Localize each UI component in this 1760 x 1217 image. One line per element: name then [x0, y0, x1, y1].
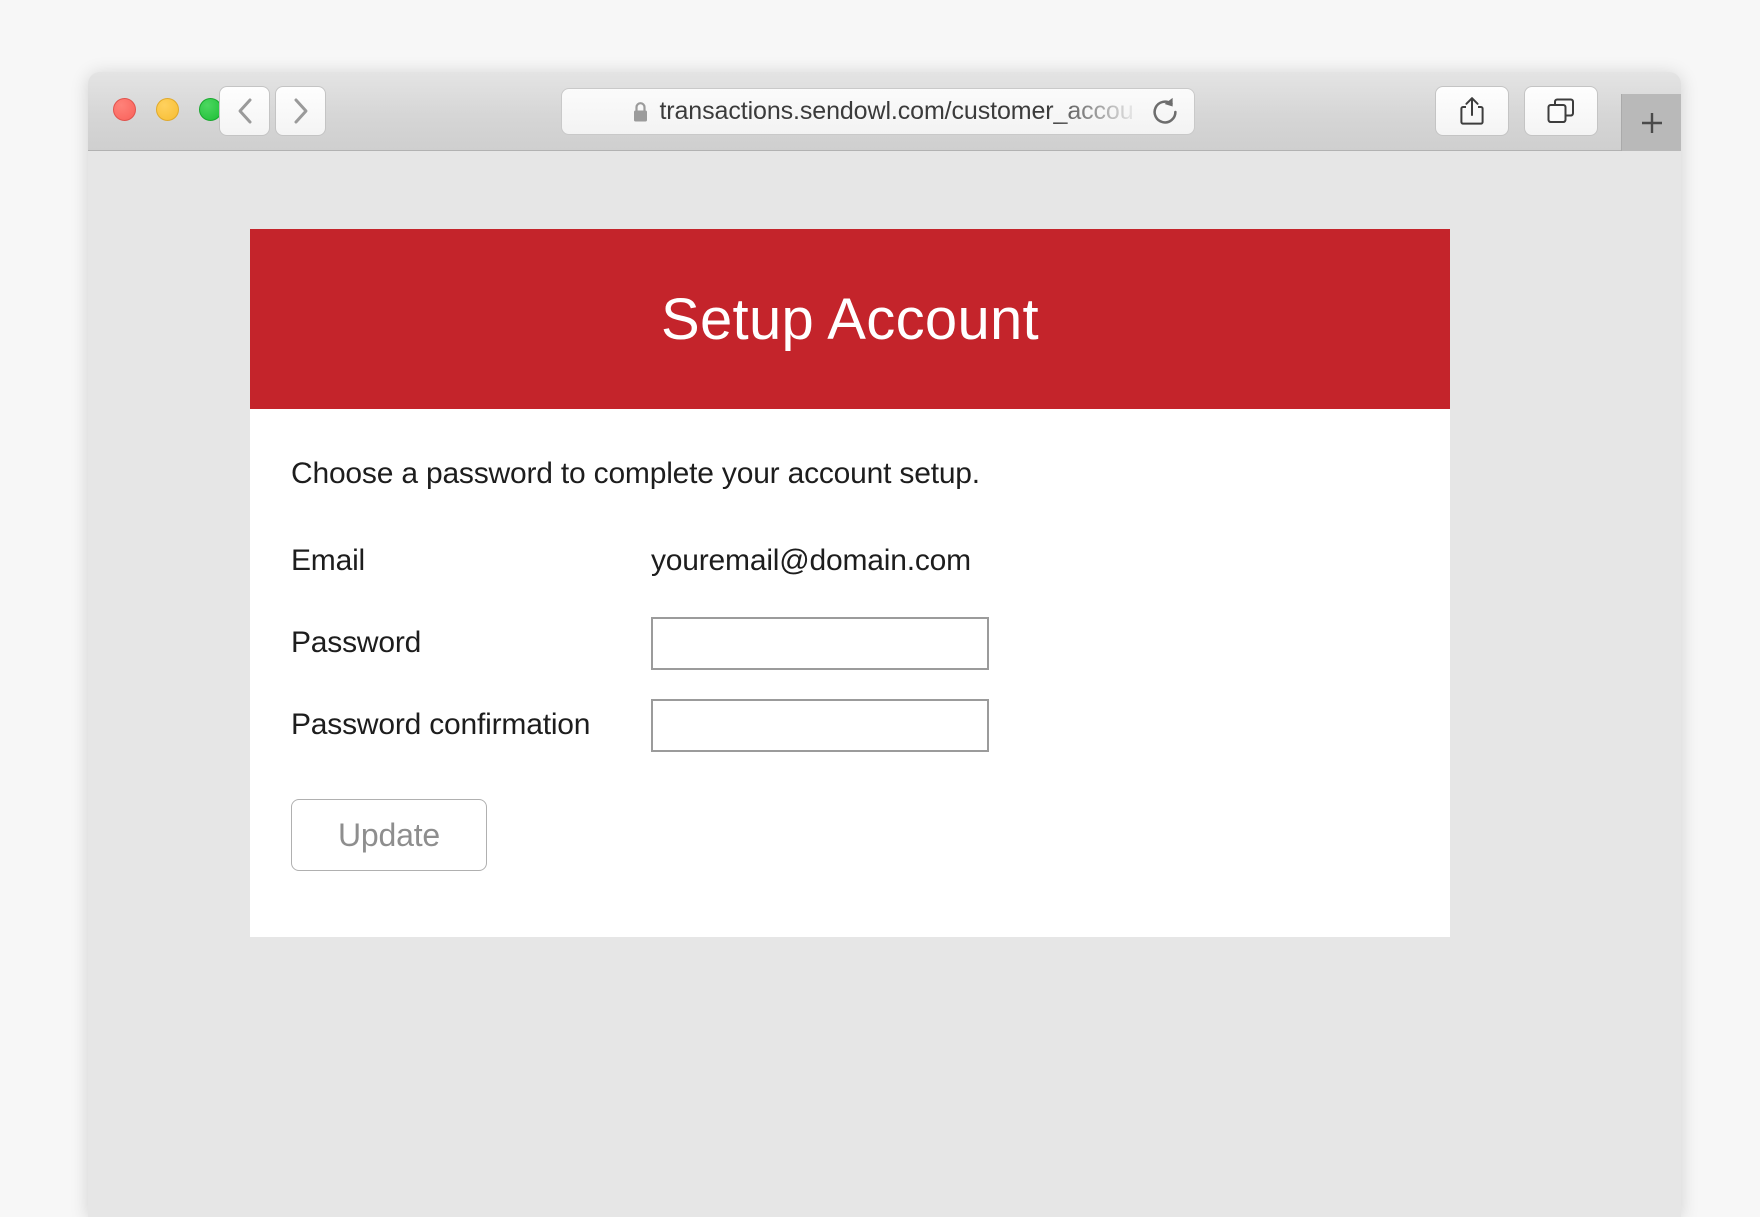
forward-button[interactable]: [275, 86, 326, 136]
tabs-overview-icon: [1547, 98, 1574, 123]
setup-account-card: Setup Account Choose a password to compl…: [250, 229, 1450, 937]
address-bar[interactable]: transactions.sendowl.com/customer_accou: [561, 88, 1195, 135]
password-confirmation-label: Password confirmation: [291, 708, 591, 741]
password-input[interactable]: [651, 616, 989, 670]
chevron-left-icon: [238, 98, 252, 124]
card-header: Setup Account: [250, 229, 1450, 409]
chevron-right-icon: [294, 98, 308, 124]
email-value: youremail@domain.com: [651, 544, 971, 577]
instruction-text: Choose a password to complete your accou…: [291, 457, 980, 490]
page-title: Setup Account: [661, 286, 1039, 352]
card-body: Choose a password to complete your accou…: [250, 409, 1450, 937]
form-row-password: Password: [291, 609, 1409, 677]
email-label: Email: [291, 544, 366, 577]
update-button[interactable]: Update: [291, 799, 487, 871]
new-tab-button[interactable]: [1621, 94, 1681, 152]
tabs-overview-button[interactable]: [1524, 86, 1598, 136]
form-row-email: Email youremail@domain.com: [291, 527, 1409, 595]
reload-icon[interactable]: [1150, 97, 1180, 127]
share-button[interactable]: [1435, 86, 1509, 136]
navigation-buttons: [219, 86, 326, 136]
window-controls: [113, 98, 222, 121]
back-button[interactable]: [219, 86, 270, 136]
browser-window: transactions.sendowl.com/customer_accou: [88, 72, 1681, 1217]
lock-icon: [634, 101, 648, 121]
url-text: transactions.sendowl.com/customer_accou: [659, 97, 1134, 125]
close-window-button[interactable]: [113, 98, 136, 121]
page-viewport: Setup Account Choose a password to compl…: [88, 151, 1681, 1217]
share-icon: [1460, 97, 1484, 125]
url-display: transactions.sendowl.com/customer_accou: [622, 97, 1134, 126]
plus-icon: [1641, 113, 1662, 133]
form-row-password-confirmation: Password confirmation: [291, 691, 1409, 759]
browser-toolbar: transactions.sendowl.com/customer_accou: [88, 72, 1681, 152]
password-label: Password: [291, 626, 422, 659]
toolbar-actions: [1435, 86, 1598, 136]
password-confirmation-input[interactable]: [651, 698, 989, 752]
minimize-window-button[interactable]: [156, 98, 179, 121]
